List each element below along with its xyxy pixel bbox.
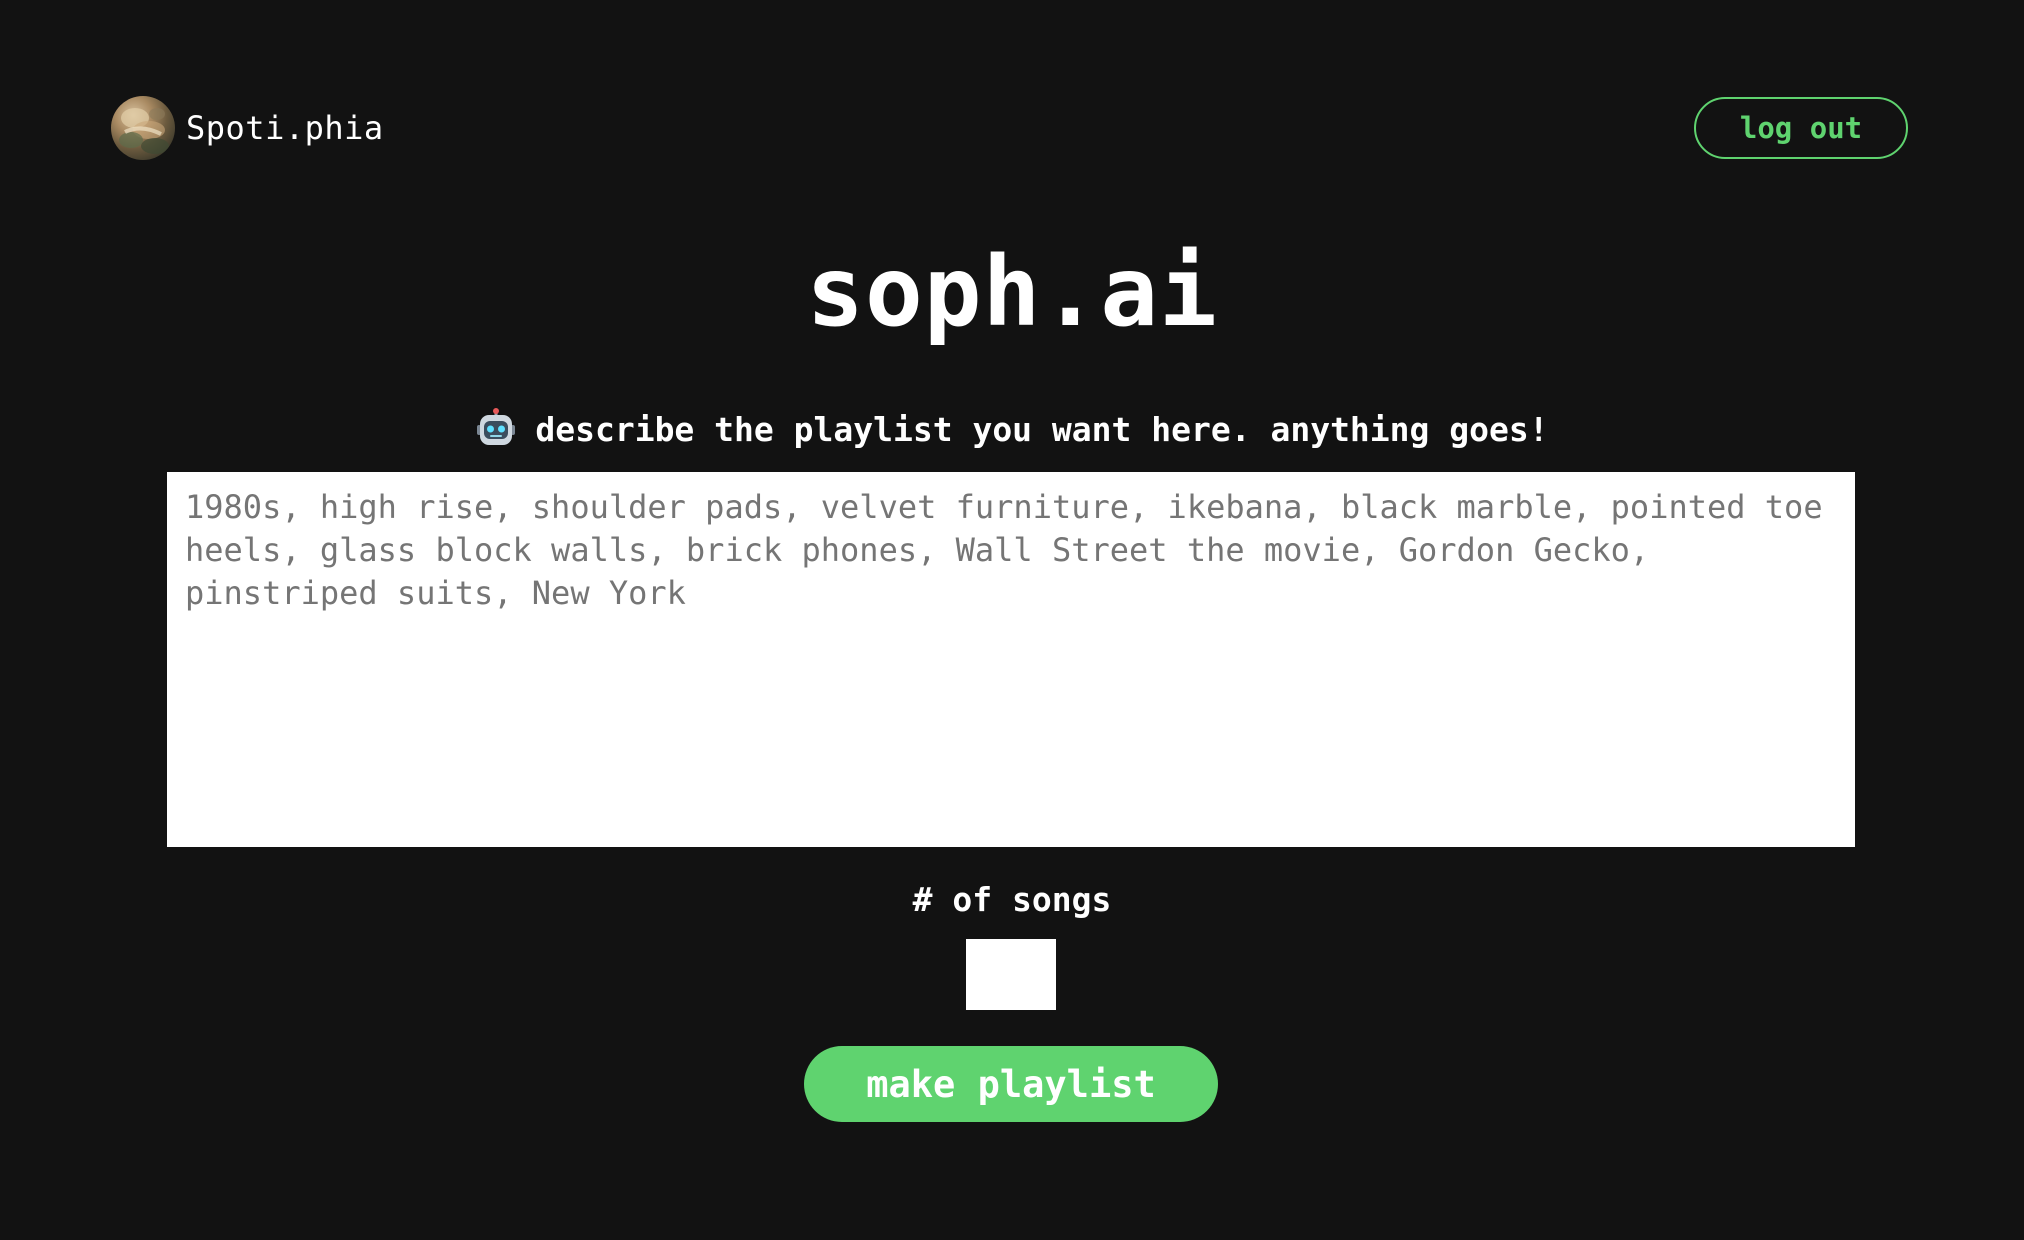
make-playlist-button[interactable]: make playlist [804,1046,1218,1122]
song-count-input[interactable] [966,939,1056,1010]
prompt-label: describe the playlist you want here. any… [0,408,2024,450]
song-count-label: # of songs [912,880,1112,919]
username: Spoti.phia [186,109,384,147]
page: Spoti.phia log out soph.ai describe the … [0,0,2024,1240]
user-profile: Spoti.phia [111,96,384,160]
page-title: soph.ai [806,236,1218,348]
playlist-description-input[interactable] [167,472,1855,847]
logout-button[interactable]: log out [1694,97,1908,159]
prompt-label-text: describe the playlist you want here. any… [535,409,1549,449]
avatar [111,96,175,160]
robot-icon [475,408,517,450]
